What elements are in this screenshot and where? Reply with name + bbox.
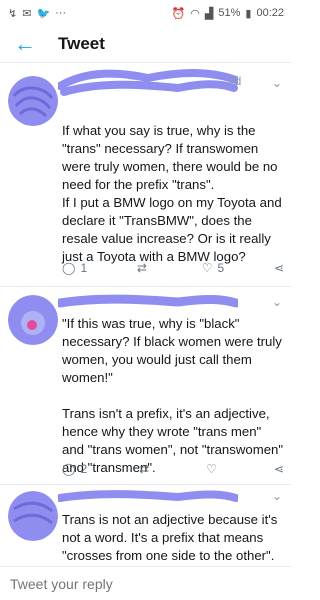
- avatar[interactable]: [8, 76, 58, 126]
- share-icon: ⋖: [273, 462, 284, 476]
- tweet[interactable]: 2d ⌄ If what you say is true, why is the…: [0, 62, 292, 286]
- share-icon: ⋖: [273, 261, 284, 275]
- notification-icon: ✉: [22, 7, 32, 20]
- share-button[interactable]: ⋖: [274, 462, 284, 476]
- like-count: 5: [217, 261, 225, 275]
- reply-icon: ◯: [62, 261, 76, 275]
- tweet[interactable]: ⌄ "If this was true, why is "black" nece…: [0, 286, 292, 483]
- redacted-username: [58, 490, 238, 502]
- redacted-username: [58, 69, 238, 96]
- chevron-down-icon[interactable]: ⌄: [272, 76, 282, 90]
- like-button[interactable]: ♡: [206, 462, 222, 476]
- tweet-text: Trans is not an adjective because it's n…: [62, 512, 282, 563]
- usb-icon: ↯: [8, 7, 18, 20]
- reply-button[interactable]: ◯ 2: [62, 462, 87, 476]
- redacted-username: [58, 294, 238, 308]
- reply-count: 1: [80, 261, 88, 275]
- reply-bar: [0, 566, 292, 600]
- battery-level: 51%: [218, 7, 241, 19]
- back-arrow-icon[interactable]: ←: [14, 31, 40, 57]
- tweet-actions: ◯ 1 ⇄ ♡ 5 ⋖: [62, 258, 284, 278]
- retweet-button[interactable]: ⇄: [139, 462, 154, 476]
- status-bar: ↯ ✉ 🐦 ··· ⏰ ◠ ▟ 51% ▮ 00:22: [0, 0, 292, 26]
- retweet-icon: ⇄: [139, 462, 150, 476]
- reply-icon: ◯: [62, 462, 76, 476]
- heart-icon: ♡: [201, 261, 213, 275]
- tweet-text: If what you say is true, why is the "tra…: [62, 123, 282, 264]
- more-icon: ···: [55, 7, 67, 19]
- reply-button[interactable]: ◯ 1: [62, 261, 87, 275]
- chevron-down-icon[interactable]: ⌄: [272, 489, 282, 503]
- reply-count: 2: [80, 462, 88, 476]
- tweet-time: 2d: [228, 74, 242, 88]
- app-header: ← Tweet: [0, 26, 292, 63]
- signal-icon: ▟: [204, 7, 214, 20]
- wifi-icon: ◠: [190, 7, 200, 20]
- tweet[interactable]: ⌄ Trans is not an adjective because it's…: [0, 484, 292, 567]
- tweet-actions: ◯ 2 ⇄ ♡ ⋖: [62, 459, 284, 479]
- chevron-down-icon[interactable]: ⌄: [272, 295, 282, 309]
- tweet-text: "If this was true, why is "black" necess…: [62, 316, 284, 475]
- reply-input[interactable]: [8, 574, 272, 593]
- twitter-icon: 🐦: [36, 7, 51, 20]
- notification-icons: ↯ ✉ 🐦 ···: [8, 7, 66, 20]
- retweet-icon: ⇄: [136, 261, 147, 275]
- avatar[interactable]: [8, 491, 58, 541]
- avatar[interactable]: [8, 295, 58, 345]
- retweet-button[interactable]: ⇄: [137, 261, 152, 275]
- alarm-icon: ⏰: [171, 7, 186, 20]
- page-title: Tweet: [58, 34, 105, 53]
- battery-icon: ▮: [245, 7, 252, 20]
- clock: 00:22: [256, 7, 284, 19]
- share-button[interactable]: ⋖: [274, 261, 284, 275]
- heart-icon: ♡: [206, 462, 217, 476]
- like-button[interactable]: ♡ 5: [202, 261, 224, 275]
